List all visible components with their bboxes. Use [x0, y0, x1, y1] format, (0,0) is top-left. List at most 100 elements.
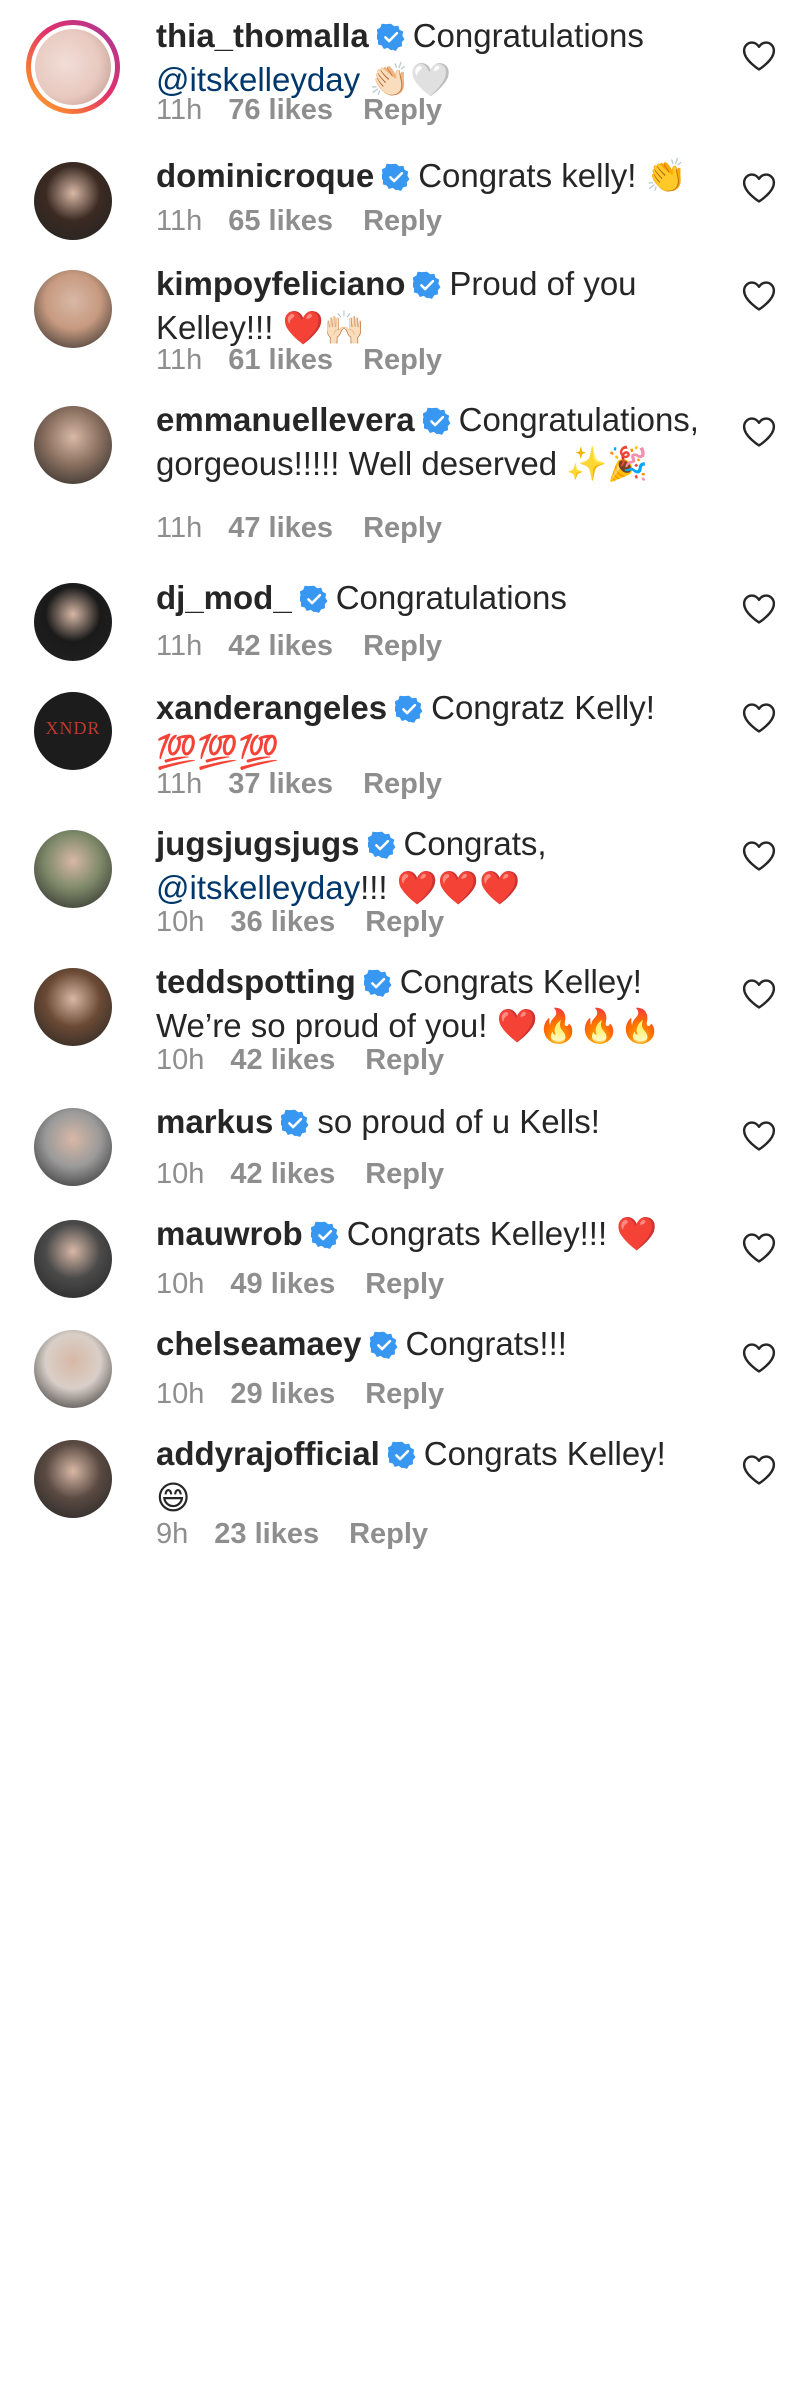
- likes-count[interactable]: 42 likes: [230, 1044, 335, 1076]
- avatar[interactable]: [34, 1220, 112, 1298]
- likes-count[interactable]: 76 likes: [228, 94, 333, 126]
- heart-outline-icon[interactable]: [742, 172, 776, 204]
- username-link[interactable]: kimpoyfeliciano: [156, 265, 405, 302]
- verified-badge-icon: [367, 831, 395, 859]
- comment-meta: 10h 49 likes Reply: [156, 1268, 444, 1301]
- heart-outline-icon[interactable]: [742, 280, 776, 312]
- likes-count[interactable]: 42 likes: [228, 630, 333, 662]
- reply-button[interactable]: Reply: [365, 1158, 444, 1190]
- timestamp[interactable]: 11h: [156, 344, 202, 376]
- reply-button[interactable]: Reply: [363, 768, 442, 800]
- username-link[interactable]: thia_thomalla: [156, 17, 369, 54]
- verified-badge-icon: [281, 1109, 309, 1137]
- avatar[interactable]: [34, 1330, 112, 1408]
- avatar[interactable]: [26, 20, 120, 114]
- likes-count[interactable]: 29 likes: [230, 1378, 335, 1410]
- mention-link[interactable]: @itskelleyday: [156, 869, 360, 906]
- likes-count[interactable]: 42 likes: [230, 1158, 335, 1190]
- verified-badge-icon: [413, 271, 441, 299]
- username-link[interactable]: dj_mod_: [156, 579, 292, 616]
- comment-text: teddspotting Congrats Kelley! We’re so pr…: [156, 960, 706, 1048]
- reply-button[interactable]: Reply: [363, 205, 442, 237]
- reply-button[interactable]: Reply: [363, 512, 442, 544]
- timestamp[interactable]: 9h: [156, 1518, 188, 1550]
- comment-message: Congrats Kelley!: [423, 1435, 666, 1472]
- avatar[interactable]: XNDR: [34, 692, 112, 770]
- reply-button[interactable]: Reply: [363, 344, 442, 376]
- heart-outline-icon[interactable]: [742, 1454, 776, 1486]
- reply-button[interactable]: Reply: [365, 1268, 444, 1300]
- reply-button[interactable]: Reply: [363, 630, 442, 662]
- verified-badge-icon: [395, 695, 423, 723]
- timestamp[interactable]: 11h: [156, 94, 202, 126]
- comment-emoji: 😄: [156, 1478, 191, 1517]
- avatar[interactable]: [34, 1440, 112, 1518]
- heart-outline-icon[interactable]: [742, 1342, 776, 1374]
- likes-count[interactable]: 49 likes: [230, 1268, 335, 1300]
- likes-count[interactable]: 23 likes: [214, 1518, 319, 1550]
- avatar[interactable]: [34, 406, 112, 484]
- reply-button[interactable]: Reply: [365, 1378, 444, 1410]
- comment-message: so proud of u Kells!: [317, 1103, 600, 1140]
- heart-outline-icon[interactable]: [742, 840, 776, 872]
- likes-count[interactable]: 37 likes: [228, 768, 333, 800]
- timestamp[interactable]: 11h: [156, 205, 202, 237]
- username-link[interactable]: mauwrob: [156, 1215, 303, 1252]
- username-link[interactable]: jugsjugsjugs: [156, 825, 360, 862]
- avatar[interactable]: [34, 583, 112, 661]
- comment-meta: 10h 29 likes Reply: [156, 1378, 444, 1411]
- comment-text: jugsjugsjugs Congrats, @itskelleyday!!! ❤…: [156, 822, 706, 910]
- timestamp[interactable]: 10h: [156, 1158, 204, 1190]
- verified-badge-icon: [363, 969, 392, 997]
- timestamp[interactable]: 10h: [156, 906, 204, 938]
- username-link[interactable]: xanderangeles: [156, 689, 387, 726]
- comment-meta: 11h 42 likes Reply: [156, 630, 442, 663]
- username-link[interactable]: dominicroque: [156, 157, 374, 194]
- timestamp[interactable]: 11h: [156, 512, 202, 544]
- timestamp[interactable]: 11h: [156, 768, 202, 800]
- comment-text: mauwrob Congrats Kelley!!! ❤️: [156, 1212, 706, 1256]
- reply-button[interactable]: Reply: [365, 906, 444, 938]
- timestamp[interactable]: 11h: [156, 630, 202, 662]
- avatar[interactable]: [34, 270, 112, 348]
- username-link[interactable]: markus: [156, 1103, 273, 1140]
- comment-text: thia_thomalla Congratulations @itskelleyd…: [156, 14, 706, 102]
- heart-outline-icon[interactable]: [742, 593, 776, 625]
- comment-text: addyrajofficial Congrats Kelley! 😄: [156, 1432, 706, 1520]
- comment-message: Congrats kelly!: [418, 157, 637, 194]
- comment-message: Congratz Kelly!: [431, 689, 655, 726]
- comment-meta: 9h 23 likes Reply: [156, 1518, 428, 1551]
- reply-button[interactable]: Reply: [365, 1044, 444, 1076]
- timestamp[interactable]: 10h: [156, 1044, 204, 1076]
- heart-outline-icon[interactable]: [742, 416, 776, 448]
- comment-meta: 10h 42 likes Reply: [156, 1044, 444, 1077]
- reply-button[interactable]: Reply: [349, 1518, 428, 1550]
- username-link[interactable]: emmanuellevera: [156, 401, 415, 438]
- comment-meta: 11h 76 likes Reply: [156, 94, 442, 127]
- comment-meta: 11h 61 likes Reply: [156, 344, 442, 377]
- avatar[interactable]: [34, 968, 112, 1046]
- username-link[interactable]: chelseamaey: [156, 1325, 362, 1362]
- heart-outline-icon[interactable]: [742, 1120, 776, 1152]
- likes-count[interactable]: 36 likes: [230, 906, 335, 938]
- mention-link[interactable]: @itskelleyday: [156, 61, 360, 98]
- verified-badge-icon: [310, 1221, 339, 1249]
- timestamp[interactable]: 10h: [156, 1378, 204, 1410]
- timestamp[interactable]: 10h: [156, 1268, 204, 1300]
- likes-count[interactable]: 65 likes: [228, 205, 333, 237]
- username-link[interactable]: teddspotting: [156, 963, 356, 1000]
- reply-button[interactable]: Reply: [363, 94, 442, 126]
- likes-count[interactable]: 61 likes: [228, 344, 333, 376]
- username-link[interactable]: addyrajofficial: [156, 1435, 380, 1472]
- heart-outline-icon[interactable]: [742, 702, 776, 734]
- avatar[interactable]: [34, 830, 112, 908]
- comment-meta: 10h 36 likes Reply: [156, 906, 444, 939]
- avatar[interactable]: [34, 1108, 112, 1186]
- avatar[interactable]: [34, 162, 112, 240]
- comment-text: dj_mod_ Congratulations: [156, 576, 706, 620]
- likes-count[interactable]: 47 likes: [228, 512, 333, 544]
- heart-outline-icon[interactable]: [742, 1232, 776, 1264]
- heart-outline-icon[interactable]: [742, 978, 776, 1010]
- heart-outline-icon[interactable]: [742, 40, 776, 72]
- comment-text: xanderangeles Congratz Kelly! 💯💯💯: [156, 686, 706, 774]
